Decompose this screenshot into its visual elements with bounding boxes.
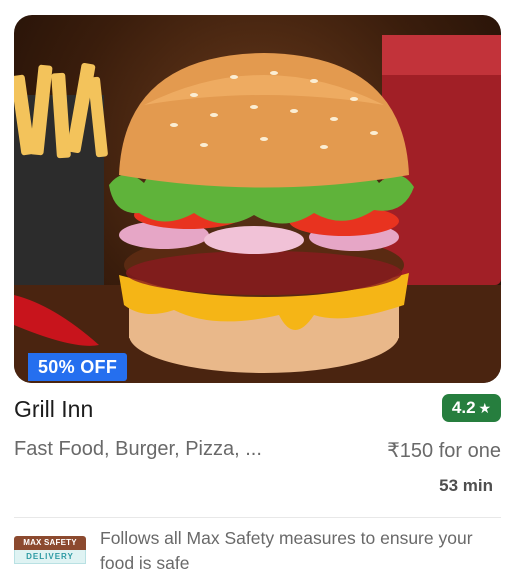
delivery-time: 53 min	[439, 476, 493, 495]
rating-badge: 4.2 ★	[442, 394, 501, 422]
rating-value: 4.2	[451, 398, 476, 417]
max-safety-logo-top: MAX SAFETY	[14, 536, 86, 550]
restaurant-image[interactable]: 50% OFF	[14, 15, 501, 383]
max-safety-logo-bottom: DELIVERY	[14, 550, 86, 564]
safety-message: Follows all Max Safety measures to ensur…	[100, 528, 473, 573]
cuisine-list: Fast Food, Burger, Pizza, ...	[14, 438, 262, 460]
star-icon: ★	[478, 399, 492, 416]
restaurant-card[interactable]: 50% OFF Grill Inn 4.2 ★ Fast Food, Burge…	[0, 0, 515, 587]
max-safety-logo: MAX SAFETY DELIVERY	[14, 536, 86, 566]
burger-image	[14, 35, 501, 383]
price-for-one: ₹150 for one	[387, 440, 501, 462]
restaurant-name[interactable]: Grill Inn	[14, 396, 93, 423]
divider	[14, 517, 501, 518]
offer-badge: 50% OFF	[28, 353, 128, 381]
